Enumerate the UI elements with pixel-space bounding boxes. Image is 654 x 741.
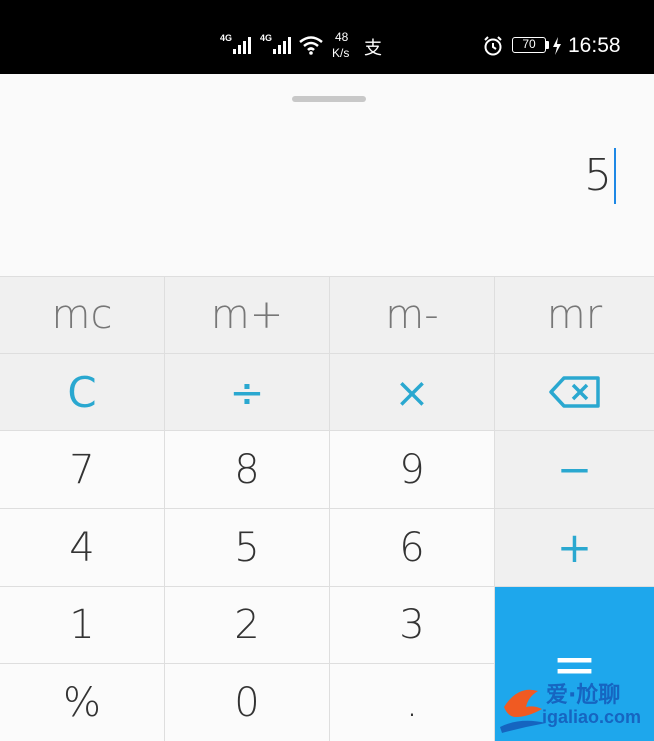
digit-6-label: 6 — [399, 524, 425, 571]
signal-icon — [233, 37, 251, 54]
divide-button[interactable]: ÷ — [165, 354, 330, 431]
mr-label: mr — [546, 292, 603, 338]
network-type-2: 4G — [260, 33, 273, 43]
watermark: 爱·尬聊 igaliao.com — [494, 675, 654, 741]
backspace-button[interactable] — [495, 354, 654, 431]
mr-button[interactable]: mr — [495, 276, 654, 354]
divide-label: ÷ — [229, 367, 265, 417]
battery-level: 70 — [522, 37, 536, 51]
wifi-icon — [299, 36, 323, 55]
clear-button[interactable]: C — [0, 354, 165, 431]
digit-2-label: 2 — [234, 602, 260, 648]
clock-time: 16:58 — [568, 34, 621, 57]
m-plus-label: m+ — [210, 292, 284, 338]
alarm-icon — [484, 36, 502, 56]
digit-0-button[interactable]: 0 — [165, 664, 330, 741]
network-speed-unit: K/s — [332, 46, 350, 60]
percent-label: % — [62, 679, 101, 726]
digit-7-button[interactable]: 7 — [0, 431, 165, 509]
battery-icon: 70 — [512, 37, 546, 53]
display-value: 5 — [584, 150, 612, 201]
keypad: mc m+ m- mr C ÷ × 7 8 9 − 4 5 6 + 1 2 3 … — [0, 276, 654, 741]
digit-4-label: 4 — [69, 524, 95, 571]
plus-button[interactable]: + — [495, 509, 654, 587]
mc-label: mc — [51, 292, 113, 338]
digit-4-button[interactable]: 4 — [0, 509, 165, 587]
digit-7-label: 7 — [69, 446, 95, 493]
m-plus-button[interactable]: m+ — [165, 276, 330, 354]
network-speed-value: 48 — [335, 30, 349, 44]
multiply-label: × — [394, 367, 430, 417]
watermark-url: igaliao.com — [542, 707, 642, 727]
digit-1-button[interactable]: 1 — [0, 587, 165, 664]
digit-0-label: 0 — [234, 679, 260, 726]
minus-button[interactable]: − — [495, 431, 654, 509]
watermark-title: 爱·尬聊 — [546, 683, 621, 708]
decimal-label: . — [405, 679, 419, 726]
digit-9-button[interactable]: 9 — [330, 431, 495, 509]
digit-5-button[interactable]: 5 — [165, 509, 330, 587]
alipay-icon: 支 — [364, 38, 382, 59]
mc-button[interactable]: mc — [0, 276, 165, 354]
network-type-1: 4G — [220, 33, 233, 43]
decimal-button[interactable]: . — [330, 664, 495, 741]
display-area: 5 — [0, 74, 654, 276]
digit-9-label: 9 — [399, 446, 425, 493]
digit-3-label: 3 — [399, 602, 425, 648]
minus-label: − — [556, 445, 593, 494]
drag-handle[interactable] — [292, 96, 366, 102]
digit-3-button[interactable]: 3 — [330, 587, 495, 664]
digit-1-label: 1 — [69, 602, 95, 648]
m-minus-label: m- — [385, 292, 439, 338]
clear-label: C — [67, 367, 97, 417]
percent-button[interactable]: % — [0, 664, 165, 741]
multiply-button[interactable]: × — [330, 354, 495, 431]
digit-8-label: 8 — [234, 446, 260, 493]
status-bar: 4G 4G 48 K/s 支 70 16:58 — [0, 0, 654, 74]
digit-2-button[interactable]: 2 — [165, 587, 330, 664]
m-minus-button[interactable]: m- — [330, 276, 495, 354]
signal-icon — [273, 37, 291, 54]
battery-tip — [546, 41, 549, 49]
digit-5-label: 5 — [234, 524, 260, 571]
backspace-icon — [548, 376, 600, 408]
charging-icon — [553, 37, 561, 55]
digit-8-button[interactable]: 8 — [165, 431, 330, 509]
digit-6-button[interactable]: 6 — [330, 509, 495, 587]
text-cursor — [614, 148, 616, 204]
plus-label: + — [556, 523, 593, 572]
